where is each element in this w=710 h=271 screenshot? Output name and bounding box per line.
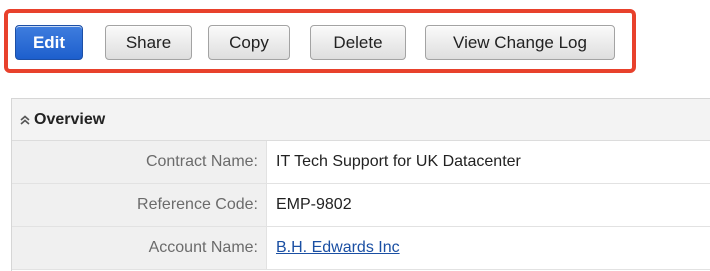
contract-detail-view: Edit Share Copy Delete View Change Log O… bbox=[0, 0, 710, 271]
field-row-contract-name: Contract Name: IT Tech Support for UK Da… bbox=[12, 141, 710, 184]
panel-title: Overview bbox=[34, 110, 106, 128]
copy-button[interactable]: Copy bbox=[208, 25, 290, 60]
field-label: Contract Name: bbox=[12, 141, 267, 183]
field-label: Reference Code: bbox=[12, 184, 267, 226]
delete-button[interactable]: Delete bbox=[310, 25, 406, 60]
double-chevron-up-icon[interactable] bbox=[18, 113, 32, 127]
edit-button[interactable]: Edit bbox=[15, 25, 83, 60]
overview-panel-header[interactable]: Overview bbox=[12, 99, 710, 141]
view-change-log-button[interactable]: View Change Log bbox=[425, 25, 615, 60]
field-row-account-name: Account Name: B.H. Edwards Inc bbox=[12, 227, 710, 270]
overview-panel: Overview Contract Name: IT Tech Support … bbox=[11, 98, 710, 271]
account-name-link[interactable]: B.H. Edwards Inc bbox=[276, 239, 400, 256]
field-label: Account Name: bbox=[12, 227, 267, 269]
field-value: IT Tech Support for UK Datacenter bbox=[267, 141, 710, 183]
share-button[interactable]: Share bbox=[105, 25, 192, 60]
field-value-container: B.H. Edwards Inc bbox=[267, 227, 710, 269]
field-row-reference-code: Reference Code: EMP-9802 bbox=[12, 184, 710, 227]
field-value: EMP-9802 bbox=[267, 184, 710, 226]
